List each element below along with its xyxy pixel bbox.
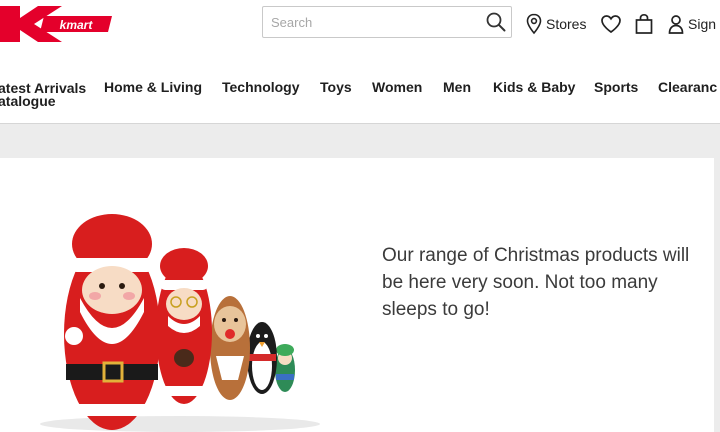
wishlist-button[interactable] [600, 12, 622, 36]
main-nav: atest Arrivals atalogue Home & Living Te… [0, 52, 720, 124]
kmart-logo[interactable]: kmart [0, 2, 116, 46]
nesting-dolls-image [40, 214, 320, 432]
elf-doll-icon [275, 344, 295, 392]
location-pin-icon [526, 13, 542, 35]
nav-label: Technology [222, 79, 300, 95]
nav-label: Clearanc [658, 79, 718, 95]
search-icon[interactable] [485, 11, 507, 33]
nav-label-line2: atalogue [0, 93, 56, 109]
logo-wordmark: kmart [60, 18, 94, 32]
reindeer-doll-icon [210, 296, 250, 400]
heart-icon [601, 15, 621, 34]
nav-label: Home & Living [104, 79, 203, 95]
nav-item-men[interactable]: Men [443, 79, 471, 95]
nav-item-technology[interactable]: Technology [222, 79, 300, 95]
nav-item-sports[interactable]: Sports [594, 79, 639, 95]
nav-item-toys[interactable]: Toys [320, 79, 352, 95]
user-icon [668, 15, 684, 34]
mrs-claus-doll-icon [156, 248, 212, 404]
cart-button[interactable] [634, 12, 654, 36]
signin-link[interactable]: Sign [668, 12, 716, 36]
nav-item-clearance[interactable]: Clearanc [658, 79, 718, 95]
nav-item-women[interactable]: Women [372, 79, 423, 95]
nav-label: Men [443, 79, 471, 95]
stores-link[interactable]: Stores [526, 12, 586, 36]
penguin-doll-icon [247, 322, 277, 394]
santa-doll-icon [64, 214, 160, 430]
nav-label: Women [372, 79, 423, 95]
nav-item-kids-baby[interactable]: Kids & Baby [493, 79, 576, 95]
signin-label: Sign [688, 16, 717, 32]
nav-label: Toys [320, 79, 352, 95]
coming-soon-message: Our range of Christmas products will be … [382, 245, 690, 320]
stores-label: Stores [546, 16, 587, 32]
shopping-bag-icon [635, 13, 653, 34]
site-header: kmart Stores Sign [0, 0, 720, 52]
search-box [262, 6, 512, 38]
search-input[interactable] [263, 7, 481, 37]
nav-item-home-living[interactable]: Home & Living [104, 79, 203, 95]
nav-label: Sports [594, 79, 639, 95]
nav-item-latest-arrivals[interactable]: atest Arrivals atalogue [0, 81, 86, 109]
nav-label: Kids & Baby [493, 79, 576, 95]
